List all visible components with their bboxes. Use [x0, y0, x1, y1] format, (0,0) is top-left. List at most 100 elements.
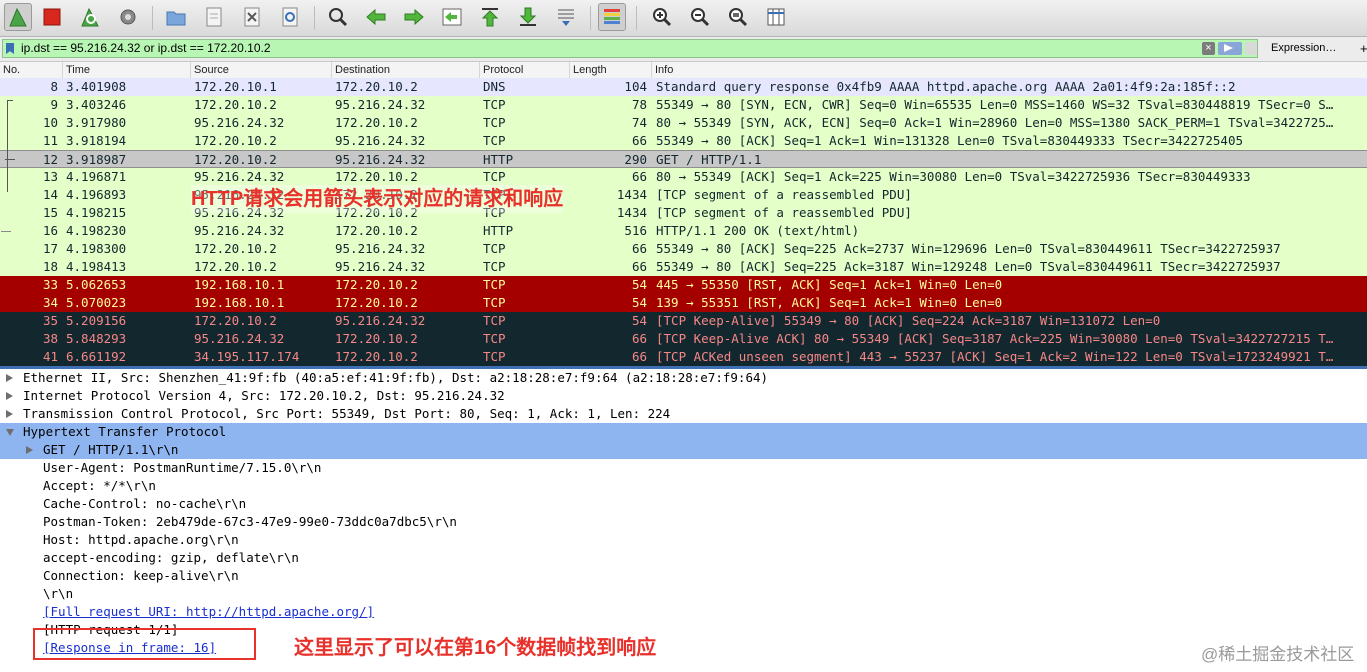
arrow-down-last-icon[interactable] — [514, 3, 542, 31]
packet-cell-no: 38 — [42, 331, 58, 346]
detail-tree-item[interactable]: \r\n — [0, 585, 1367, 603]
packet-cell-info: [TCP Keep-Alive ACK] 80 → 55349 [ACK] Se… — [656, 331, 1334, 346]
packet-cell-time: 5.848293 — [66, 331, 127, 346]
detail-tree-item[interactable]: Hypertext Transfer Protocol — [0, 423, 1367, 441]
detail-text: Host: httpd.apache.org\r\n — [43, 532, 239, 547]
arrow-up-first-icon[interactable] — [476, 3, 504, 31]
detail-tree-item[interactable]: Ethernet II, Src: Shenzhen_41:9f:fb (40:… — [0, 369, 1367, 387]
zoom-normal-icon[interactable] — [724, 3, 752, 31]
column-header-length[interactable]: Length — [569, 62, 651, 78]
detail-text: Connection: keep-alive\r\n — [43, 568, 239, 583]
detail-tree-item[interactable]: Connection: keep-alive\r\n — [0, 567, 1367, 585]
packet-row[interactable]: 9 3.403246 172.20.10.2 95.216.24.32 TCP 78 553… — [0, 96, 1367, 114]
expanded-triangle-icon[interactable] — [6, 429, 14, 436]
column-header-protocol[interactable]: Protocol — [479, 62, 569, 78]
apply-filter-arrow-icon[interactable] — [1218, 42, 1242, 55]
detail-tree-item[interactable]: Cache-Control: no-cache\r\n — [0, 495, 1367, 513]
packet-cell-src: 172.20.10.2 — [194, 241, 277, 256]
packet-cell-len: 54 — [631, 313, 647, 328]
document-save-icon[interactable] — [200, 3, 228, 31]
detail-tree-item[interactable]: [Full request URI: http://httpd.apache.o… — [0, 603, 1367, 621]
packet-cell-src: 172.20.10.2 — [194, 259, 277, 274]
packet-cell-info: 55349 → 80 [SYN, ECN, CWR] Seq=0 Win=655… — [656, 97, 1334, 112]
packet-cell-dst: 95.216.24.32 — [335, 97, 426, 112]
detail-tree-item[interactable]: GET / HTTP/1.1\r\n — [0, 441, 1367, 459]
packet-cell-len: 66 — [631, 349, 647, 364]
column-header-source[interactable]: Source — [190, 62, 331, 78]
bookmark-icon[interactable] — [6, 43, 14, 54]
packet-row[interactable]: 41 6.661192 34.195.117.174 172.20.10.2 TCP 66… — [0, 348, 1367, 366]
search-icon[interactable] — [324, 3, 352, 31]
restart-capture-icon[interactable] — [76, 3, 104, 31]
detail-tree-item[interactable]: Postman-Token: 2eb479de-67c3-47e9-99e0-7… — [0, 513, 1367, 531]
packet-row[interactable]: 18 4.198413 172.20.10.2 95.216.24.32 TCP 66 55… — [0, 258, 1367, 276]
detail-tree-item[interactable]: Host: httpd.apache.org\r\n — [0, 531, 1367, 549]
detail-link[interactable]: [Full request URI: http://httpd.apache.o… — [43, 603, 374, 621]
arrow-right-icon[interactable] — [400, 3, 428, 31]
collapsed-triangle-icon[interactable] — [6, 374, 13, 382]
packet-row[interactable]: 38 5.848293 95.216.24.32 172.20.10.2 TCP 66 [T… — [0, 330, 1367, 348]
auto-scroll-icon[interactable] — [552, 3, 580, 31]
collapsed-triangle-icon[interactable] — [26, 446, 33, 454]
packet-row[interactable]: 17 4.198300 172.20.10.2 95.216.24.32 TCP 66 55… — [0, 240, 1367, 258]
collapsed-triangle-icon[interactable] — [6, 410, 13, 418]
detail-tree-item[interactable]: Internet Protocol Version 4, Src: 172.20… — [0, 387, 1367, 405]
collapsed-triangle-icon[interactable] — [6, 392, 13, 400]
column-header-destination[interactable]: Destination — [331, 62, 479, 78]
packet-cell-src: 172.20.10.1 — [194, 79, 277, 94]
folder-icon[interactable] — [162, 3, 190, 31]
expression-button[interactable]: Expression… — [1271, 39, 1336, 58]
packet-row[interactable]: 16 4.198230 95.216.24.32 172.20.10.2 HTTP 516… — [0, 222, 1367, 240]
display-filter-field[interactable]: × — [2, 39, 1258, 58]
packet-cell-info: GET / HTTP/1.1 — [656, 152, 762, 167]
add-filter-button[interactable]: + — [1360, 39, 1367, 58]
resize-columns-icon[interactable] — [762, 3, 790, 31]
packet-row[interactable]: 13 4.196871 95.216.24.32 172.20.10.2 TCP 66 80… — [0, 168, 1367, 186]
clear-filter-icon[interactable]: × — [1202, 42, 1215, 55]
packet-cell-dst: 172.20.10.2 — [335, 331, 418, 346]
packet-cell-proto: TCP — [483, 259, 506, 274]
display-filter-input[interactable] — [21, 40, 1171, 57]
packet-cell-len: 66 — [631, 331, 647, 346]
packet-cell-dst: 172.20.10.2 — [335, 277, 418, 292]
detail-text: Postman-Token: 2eb479de-67c3-47e9-99e0-7… — [43, 514, 457, 529]
detail-tree-item[interactable]: Accept: */*\r\n — [0, 477, 1367, 495]
packet-cell-len: 1434 — [616, 205, 647, 220]
packet-row[interactable]: 35 5.209156 172.20.10.2 95.216.24.32 TCP 54 [T… — [0, 312, 1367, 330]
colorize-icon[interactable] — [598, 3, 626, 31]
packet-cell-src: 95.216.24.32 — [194, 115, 285, 130]
packet-cell-info: 80 → 55349 [ACK] Seq=1 Ack=225 Win=30080… — [656, 169, 1251, 184]
packet-cell-time: 3.918987 — [66, 152, 127, 167]
zoom-out-icon[interactable] — [686, 3, 714, 31]
gear-icon[interactable] — [114, 3, 142, 31]
detail-tree-item[interactable]: Transmission Control Protocol, Src Port:… — [0, 405, 1367, 423]
shark-fin-start-icon[interactable] — [4, 3, 32, 31]
detail-text: Transmission Control Protocol, Src Port:… — [23, 406, 671, 421]
packet-cell-src: 172.20.10.2 — [194, 313, 277, 328]
toolbar-separator — [314, 6, 315, 30]
stop-icon[interactable] — [38, 3, 66, 31]
column-header-time[interactable]: Time — [62, 62, 190, 78]
close-file-icon[interactable] — [238, 3, 266, 31]
packet-row[interactable]: 8 3.401908 172.20.10.1 172.20.10.2 DNS 104 Sta… — [0, 78, 1367, 96]
column-header-info[interactable]: Info — [651, 62, 1367, 78]
zoom-in-icon[interactable] — [648, 3, 676, 31]
packet-row[interactable]: 10 3.917980 95.216.24.32 172.20.10.2 TCP 74 80… — [0, 114, 1367, 132]
packet-cell-no: 17 — [42, 241, 58, 256]
packet-cell-no: 35 — [42, 313, 58, 328]
packet-cell-len: 54 — [631, 277, 647, 292]
packet-cell-len: 290 — [624, 152, 647, 167]
reload-icon[interactable] — [276, 3, 304, 31]
go-to-packet-icon[interactable] — [438, 3, 466, 31]
detail-tree-item[interactable]: accept-encoding: gzip, deflate\r\n — [0, 549, 1367, 567]
packet-row[interactable]: 33 5.062653 192.168.10.1 172.20.10.2 TCP 54 44… — [0, 276, 1367, 294]
detail-text: Hypertext Transfer Protocol — [23, 424, 227, 439]
arrow-left-icon[interactable] — [362, 3, 390, 31]
filter-history-dropdown-icon[interactable] — [1245, 42, 1257, 55]
packet-row[interactable]: 12 3.918987 172.20.10.2 95.216.24.32 HTTP 290… — [0, 150, 1367, 168]
column-header-no[interactable]: No. — [0, 62, 62, 78]
packet-cell-src: 95.216.24.32 — [194, 169, 285, 184]
packet-row[interactable]: 11 3.918194 172.20.10.2 95.216.24.32 TCP 66 55… — [0, 132, 1367, 150]
packet-row[interactable]: 34 5.070023 192.168.10.1 172.20.10.2 TCP 54 13… — [0, 294, 1367, 312]
detail-tree-item[interactable]: User-Agent: PostmanRuntime/7.15.0\r\n — [0, 459, 1367, 477]
